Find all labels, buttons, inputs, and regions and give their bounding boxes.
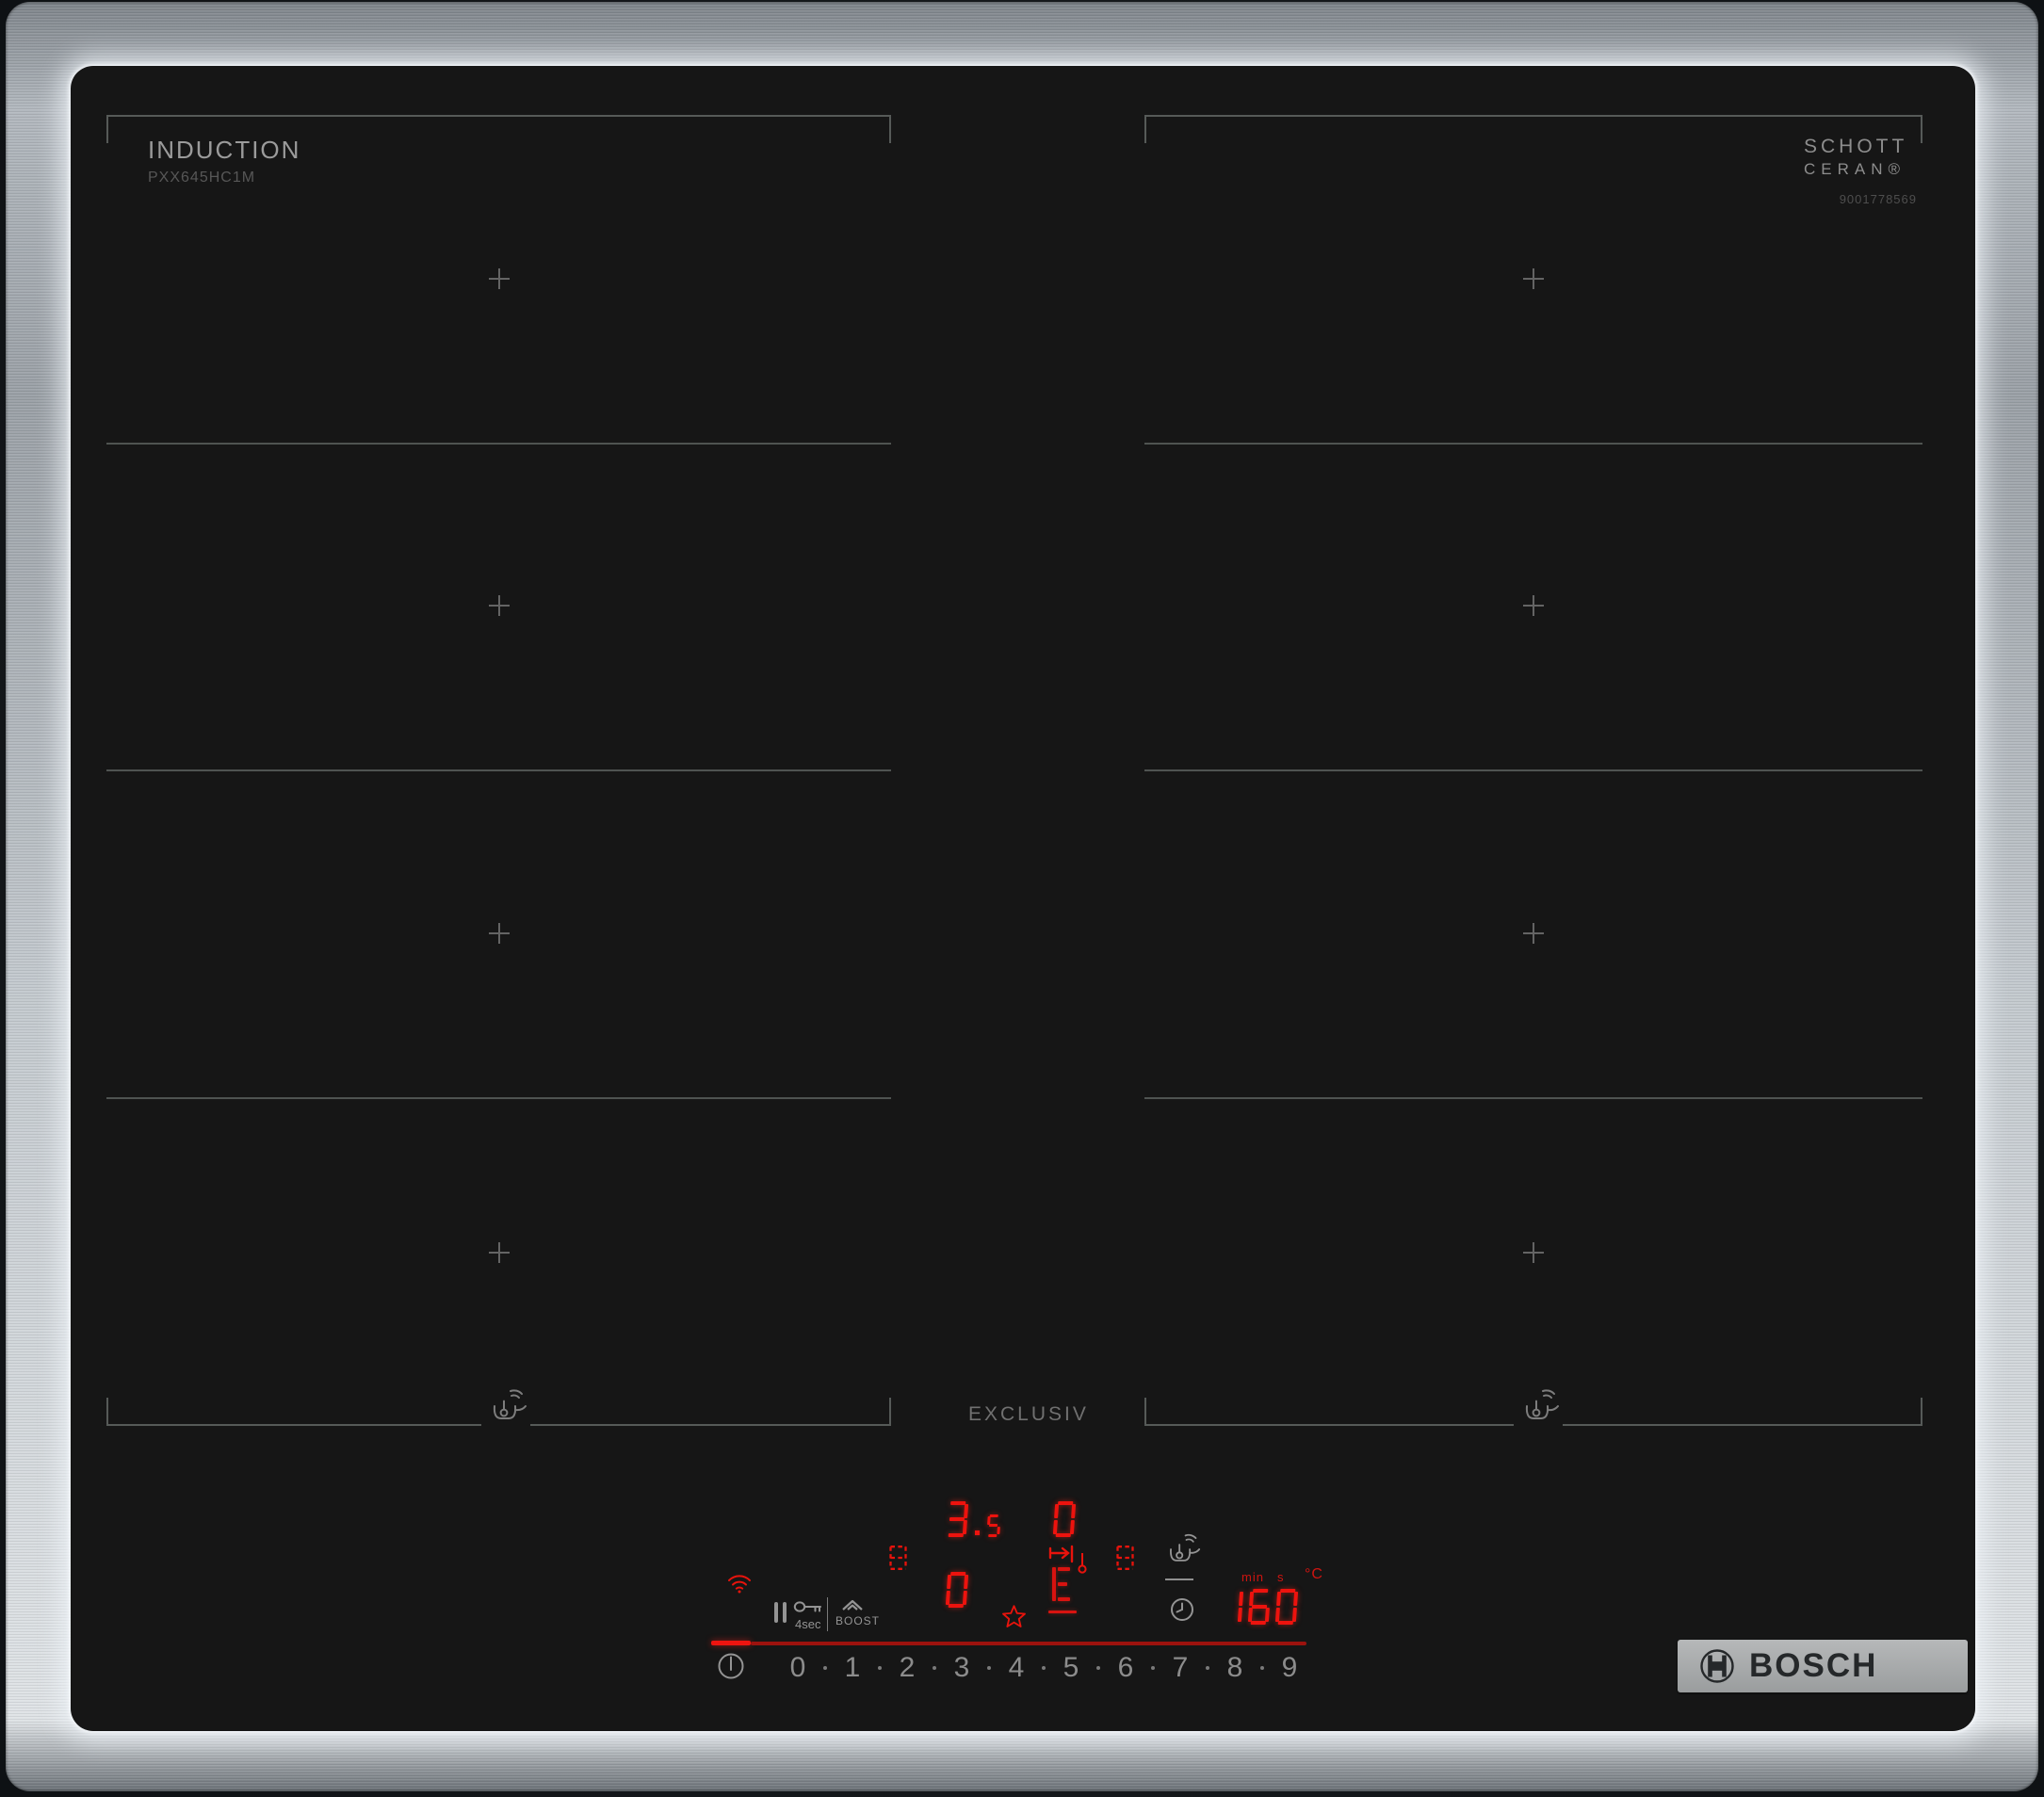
- power-level-5[interactable]: 5: [1044, 1652, 1098, 1684]
- bosch-armature-icon: [1700, 1649, 1734, 1683]
- right-zone-section-1-center[interactable]: [1523, 268, 1544, 289]
- wifi-icon: [728, 1575, 751, 1594]
- power-icon[interactable]: [717, 1652, 745, 1680]
- series-label-exclusiv: EXCLUSIV: [968, 1403, 1089, 1425]
- power-level-9[interactable]: 9: [1262, 1652, 1317, 1684]
- power-level-1[interactable]: 1: [825, 1652, 880, 1684]
- thermometer-icon: [1078, 1553, 1087, 1574]
- left-zone-power-display-2: [945, 1572, 969, 1608]
- key-lock-icon[interactable]: [793, 1599, 823, 1616]
- left-zone-section-2-center[interactable]: [489, 595, 510, 616]
- right-zone-section-2-center[interactable]: [1523, 595, 1544, 616]
- control-divider: [827, 1597, 828, 1631]
- left-zone-divider: [106, 443, 891, 445]
- pan-sensor-icon: [1170, 1533, 1201, 1562]
- schott-ceran-print: SCHOTT CERAN® 9001778569: [1804, 136, 1917, 206]
- timer-unit-min: min: [1241, 1570, 1264, 1584]
- right-zone-section-4-center[interactable]: [1523, 1242, 1544, 1263]
- left-zone-top-outline: [106, 115, 891, 143]
- left-zone-section-4-center[interactable]: [489, 1242, 510, 1263]
- clock-icon[interactable]: [1170, 1597, 1194, 1622]
- power-level-3[interactable]: 3: [934, 1652, 989, 1684]
- favorite-star-icon[interactable]: [999, 1603, 1029, 1631]
- zone-link-icon: [1116, 1546, 1134, 1570]
- model-number-print: PXX645HC1M: [148, 170, 256, 186]
- bosch-logo-plaque: BOSCH: [1678, 1640, 1968, 1692]
- sensor-mode-dash: [1165, 1578, 1193, 1580]
- left-zone-divider: [106, 769, 891, 771]
- serial-number-print: 9001778569: [1839, 192, 1917, 206]
- pan-sensor-icon: [493, 1389, 527, 1419]
- right-zone-divider: [1144, 1097, 1922, 1099]
- timer-display: [1222, 1589, 1299, 1625]
- bosch-wordmark: BOSCH: [1749, 1647, 1878, 1684]
- mid-zone-power-display: [1052, 1501, 1077, 1537]
- power-level-6[interactable]: 6: [1098, 1652, 1153, 1684]
- boost-label: BOOST: [835, 1614, 881, 1627]
- right-zone-top-outline: [1144, 115, 1922, 143]
- power-level-7[interactable]: 7: [1153, 1652, 1208, 1684]
- ceran-line: CERAN®: [1804, 160, 1906, 178]
- left-zone-divider: [106, 1097, 891, 1099]
- boost-chevron-icon[interactable]: [841, 1597, 864, 1611]
- power-level-8[interactable]: 8: [1208, 1652, 1262, 1684]
- left-zone-section-1-center[interactable]: [489, 268, 510, 289]
- zone-link-icon: [889, 1546, 907, 1570]
- timer-unit-s: s: [1277, 1570, 1285, 1584]
- right-zone-divider: [1144, 443, 1922, 445]
- pan-sensor-icon: [1525, 1389, 1559, 1419]
- lock-hold-label: 4sec: [795, 1617, 821, 1631]
- power-level-0[interactable]: 0: [771, 1652, 825, 1684]
- left-zone-power-display: [947, 1501, 1000, 1537]
- slider-track[interactable]: [751, 1642, 1306, 1645]
- ceramic-glass-surface: INDUCTION PXX645HC1M SCHOTT CERAN® 90017…: [71, 66, 1975, 1731]
- slider-active-segment: [711, 1641, 751, 1645]
- temp-unit: °C: [1305, 1566, 1323, 1582]
- power-level-slider[interactable]: 0123456789: [771, 1652, 1326, 1690]
- left-zone-section-3-center[interactable]: [489, 923, 510, 944]
- right-zone-section-3-center[interactable]: [1523, 923, 1544, 944]
- product-photo-stage: INDUCTION PXX645HC1M SCHOTT CERAN® 90017…: [0, 0, 2044, 1797]
- power-level-2[interactable]: 2: [880, 1652, 934, 1684]
- pause-icon[interactable]: [773, 1601, 788, 1624]
- right-zone-divider: [1144, 769, 1922, 771]
- power-level-4[interactable]: 4: [989, 1652, 1044, 1684]
